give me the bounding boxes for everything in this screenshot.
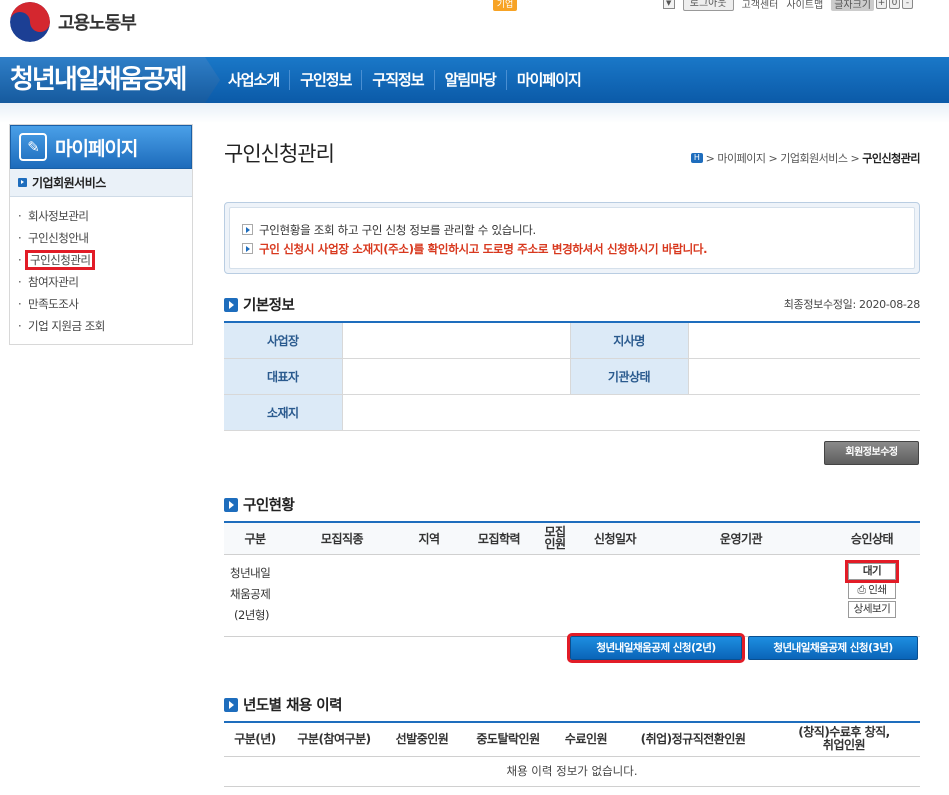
site-title[interactable]: 청년내일채움공제 xyxy=(0,57,220,103)
label-branch: 지사명 xyxy=(570,322,689,359)
side-nav: ✎ 마이페이지 기업회원서비스 회사정보관리 구인신청안내 구인신청관리 참여자… xyxy=(9,124,193,345)
top-header: 고용노동부 기업 ▼ 로그아웃 고객센터 사이트맵 글자크기 + 0 - xyxy=(0,0,949,56)
recruit-table: 구분 모집직종 지역 모집학력 모집 인원 신청일자 운영기관 승인상태 청년내… xyxy=(224,521,920,637)
basic-info-table: 사업장 지사명 대표자 기관상태 소재지 xyxy=(224,321,920,431)
table-row: 청년내일 채움공제 (2년형) 대기 ⎙ 인쇄 상세보기 xyxy=(224,554,920,637)
font-size-control: 글자크기 + 0 - xyxy=(831,0,913,11)
side-nav-subtitle[interactable]: 기업회원서비스 xyxy=(10,169,192,197)
taegeuk-emblem-icon xyxy=(10,2,50,42)
sidebar-item-recruit-guide[interactable]: 구인신청안내 xyxy=(18,227,192,249)
col-header: 모집 인원 xyxy=(538,522,572,555)
section-arrow-icon xyxy=(224,697,238,712)
col-header: 모집학력 xyxy=(460,522,538,555)
gnb-item-jobs[interactable]: 구인정보 xyxy=(290,70,363,90)
sidebar-item-recruit-manage[interactable]: 구인신청관리 xyxy=(18,249,192,271)
gnb-item-notice[interactable]: 알림마당 xyxy=(435,70,507,90)
value-status xyxy=(688,358,920,395)
col-header: (창직)수료후 창직, 취업인원 xyxy=(768,722,920,757)
breadcrumb: H > 마이페이지 > 기업회원서비스 > 구인신청관리 xyxy=(690,150,920,166)
col-header: 신청일자 xyxy=(572,522,658,555)
breadcrumb-item[interactable]: 기업회원서비스 xyxy=(780,150,848,166)
notice-line-warning: 구인 신청시 사업장 소재지(주소)를 확인하시고 도로명 주소로 변경하셔서 … xyxy=(242,239,914,258)
zoom-in-button[interactable]: + xyxy=(876,0,887,9)
table-row: 채용 이력 정보가 없습니다. xyxy=(224,756,920,787)
gnb-item-seekers[interactable]: 구직정보 xyxy=(362,70,435,90)
sidebar-item-subsidy[interactable]: 기업 지원금 조회 xyxy=(18,315,192,337)
sitemap-link[interactable]: 사이트맵 xyxy=(786,0,823,11)
col-header: 운영기관 xyxy=(658,522,824,555)
col-header: 구분(년) xyxy=(224,722,286,757)
col-header: 수료인원 xyxy=(554,722,618,757)
breadcrumb-current: 구인신청관리 xyxy=(862,152,920,165)
col-header: 선발중인원 xyxy=(382,722,462,757)
arrow-square-icon xyxy=(18,178,27,187)
col-header: (취업)정규직전환인원 xyxy=(618,722,768,757)
table-header-row: 구분 모집직종 지역 모집학력 모집 인원 신청일자 운영기관 승인상태 xyxy=(224,522,920,555)
gnb-item-about[interactable]: 사업소개 xyxy=(218,70,291,90)
section-arrow-icon xyxy=(224,497,238,512)
col-header: 모집직종 xyxy=(286,522,398,555)
printer-icon: ⎙ xyxy=(857,583,869,596)
font-size-label: 글자크기 xyxy=(831,0,874,11)
col-header: 구분(참여구분) xyxy=(286,722,382,757)
chevron-down-icon[interactable]: ▼ xyxy=(662,0,675,9)
value-workplace xyxy=(342,322,571,359)
print-button[interactable]: ⎙ 인쇄 xyxy=(848,581,896,599)
detail-button[interactable]: 상세보기 xyxy=(848,600,896,618)
sidebar-item-company-info[interactable]: 회사정보관리 xyxy=(18,205,192,227)
side-nav-header: ✎ 마이페이지 xyxy=(10,125,192,169)
cell-approval: 대기 ⎙ 인쇄 상세보기 xyxy=(824,554,920,637)
side-nav-subtitle-label: 기업회원서비스 xyxy=(32,176,106,190)
ministry-logo[interactable]: 고용노동부 xyxy=(10,2,137,42)
arrow-right-icon xyxy=(242,224,253,235)
edit-member-button[interactable]: 회원정보수정 xyxy=(824,441,919,465)
label-ceo: 대표자 xyxy=(224,358,343,395)
breadcrumb-item[interactable]: 마이페이지 xyxy=(717,150,766,166)
notice-line: 구인현황을 조회 하고 구인 신청 정보를 관리할 수 있습니다. xyxy=(242,220,914,239)
apply-2year-button[interactable]: 청년내일채움공제 신청(2년) xyxy=(567,633,745,663)
status-pending-button[interactable]: 대기 xyxy=(845,559,899,583)
gnb-shadow xyxy=(0,103,949,123)
member-type-badge: 기업 xyxy=(492,0,518,11)
section-arrow-icon xyxy=(224,297,238,312)
ministry-name: 고용노동부 xyxy=(58,13,137,34)
home-icon[interactable]: H xyxy=(690,153,703,163)
gnb-item-mypage[interactable]: 마이페이지 xyxy=(507,70,591,90)
side-nav-title: 마이페이지 xyxy=(55,137,138,160)
notice-box: 구인현황을 조회 하고 구인 신청 정보를 관리할 수 있습니다. 구인 신청시… xyxy=(224,202,920,274)
page-title: 구인신청관리 xyxy=(224,142,335,166)
col-header: 승인상태 xyxy=(824,522,920,555)
label-workplace: 사업장 xyxy=(224,322,343,359)
customer-center-link[interactable]: 고객센터 xyxy=(742,0,779,11)
arrow-right-icon xyxy=(242,243,253,254)
logout-button[interactable]: 로그아웃 xyxy=(682,0,734,11)
side-nav-list: 회사정보관리 구인신청안내 구인신청관리 참여자관리 만족도조사 기업 지원금 … xyxy=(10,197,192,337)
section-title-history: 년도별 채용 이력 xyxy=(224,694,342,715)
sidebar-item-survey[interactable]: 만족도조사 xyxy=(18,293,192,315)
zoom-reset-button[interactable]: 0 xyxy=(889,0,900,9)
value-ceo xyxy=(342,358,571,395)
section-title-recruit: 구인현황 xyxy=(224,494,295,515)
zoom-out-button[interactable]: - xyxy=(902,0,913,9)
sidebar-item-participants[interactable]: 참여자관리 xyxy=(18,271,192,293)
last-modified-date: 최종정보수정일: 2020-08-28 xyxy=(783,298,921,311)
gnb-menu: 사업소개 구인정보 구직정보 알림마당 마이페이지 xyxy=(218,57,591,103)
edit-note-icon: ✎ xyxy=(19,133,47,161)
empty-message: 채용 이력 정보가 없습니다. xyxy=(224,756,920,787)
section-title-basic: 기본정보 xyxy=(224,294,295,315)
value-branch xyxy=(688,322,920,359)
cell-category: 청년내일 채움공제 (2년형) xyxy=(224,554,286,637)
global-nav: 청년내일채움공제 사업소개 구인정보 구직정보 알림마당 마이페이지 xyxy=(0,57,949,103)
value-address xyxy=(342,394,920,431)
col-header: 지역 xyxy=(398,522,460,555)
apply-3year-button[interactable]: 청년내일채움공제 신청(3년) xyxy=(748,636,918,660)
col-header: 구분 xyxy=(224,522,286,555)
history-table: 구분(년) 구분(참여구분) 선발중인원 중도탈락인원 수료인원 (취업)정규직… xyxy=(224,721,920,787)
label-address: 소재지 xyxy=(224,394,343,431)
label-status: 기관상태 xyxy=(570,358,689,395)
utility-bar: 기업 ▼ 로그아웃 고객센터 사이트맵 글자크기 + 0 - xyxy=(492,0,913,11)
table-header-row: 구분(년) 구분(참여구분) 선발중인원 중도탈락인원 수료인원 (취업)정규직… xyxy=(224,722,920,757)
col-header: 중도탈락인원 xyxy=(462,722,554,757)
